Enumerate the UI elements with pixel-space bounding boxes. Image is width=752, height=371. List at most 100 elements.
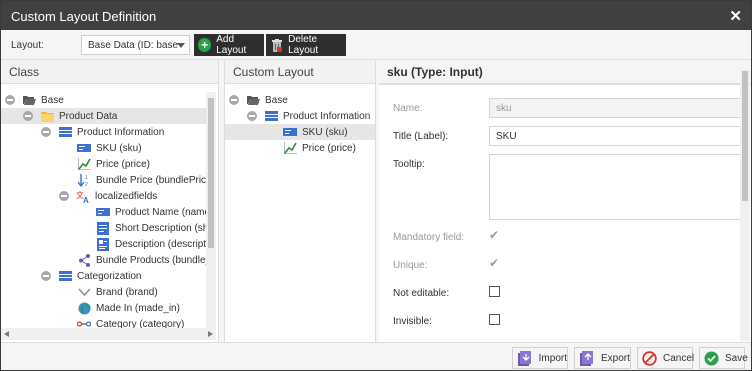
name-field[interactable]: sku xyxy=(489,98,743,118)
invisible-checkbox[interactable] xyxy=(489,314,500,325)
unique-label: Unique: xyxy=(393,260,428,271)
class-tree: Base Product Data Product Information SK… xyxy=(1,92,206,328)
title-bar: Custom Layout Definition ✕ xyxy=(1,1,751,30)
layout-node-price[interactable]: Price (price) xyxy=(283,140,356,156)
cancel-label: Cancel xyxy=(663,352,695,364)
scrollbar-thumb[interactable] xyxy=(208,98,214,248)
custom-layout-pane-title: Custom Layout xyxy=(233,65,314,79)
tree-node-product-data[interactable]: Product Data xyxy=(1,108,206,124)
tree-node-label: SKU (sku) xyxy=(96,142,142,154)
tooltip-label: Tooltip: xyxy=(393,159,425,170)
layout-select[interactable]: Base Data (ID: base xyxy=(81,35,190,55)
panel-icon xyxy=(58,126,72,138)
not-editable-checkbox[interactable] xyxy=(489,286,500,297)
panel-icon xyxy=(58,270,72,282)
tree-node-localizedfields[interactable]: 文A localizedfields xyxy=(59,188,157,204)
sort-numeric-icon: 12 xyxy=(77,173,91,187)
properties-scrollbar[interactable] xyxy=(740,69,750,341)
class-tree-hscrollbar[interactable] xyxy=(1,328,216,340)
tree-node-base[interactable]: Base xyxy=(5,92,64,108)
input-icon xyxy=(283,126,297,138)
tree-node-product-name[interactable]: Product Name (name) xyxy=(96,204,206,220)
tree-node-label: SKU (sku) xyxy=(302,126,348,138)
import-label: Import xyxy=(538,352,567,364)
tree-node-price[interactable]: Price (price) xyxy=(77,156,150,172)
tree-node-bundle-products[interactable]: Bundle Products (bundle_pr xyxy=(77,252,206,268)
trash-icon xyxy=(270,38,283,52)
numeric-icon xyxy=(283,142,297,154)
collapse-icon[interactable] xyxy=(5,95,15,105)
tree-node-product-information[interactable]: Product Information xyxy=(41,124,164,140)
unique-checkbox[interactable]: ✔ xyxy=(489,257,500,269)
mandatory-label: Mandatory field: xyxy=(393,232,465,243)
tree-node-label: Category (category) xyxy=(96,318,185,329)
collapse-icon[interactable] xyxy=(247,111,257,121)
collapse-icon[interactable] xyxy=(41,271,51,281)
layout-node-product-information[interactable]: Product Information xyxy=(247,108,370,124)
mandatory-checkbox[interactable]: ✔ xyxy=(489,229,500,241)
export-label: Export xyxy=(601,352,630,364)
tree-node-label: Product Data xyxy=(59,110,118,122)
scrollbar-thumb[interactable] xyxy=(742,71,748,201)
collapse-icon[interactable] xyxy=(59,191,69,201)
tooltip-textarea[interactable] xyxy=(489,154,743,220)
invisible-label: Invisible: xyxy=(393,316,432,327)
properties-header: sku (Type: Input) xyxy=(379,60,751,84)
translate-icon: 文A xyxy=(76,190,90,203)
tree-node-description[interactable]: Description (description xyxy=(96,236,206,252)
name-label: Name: xyxy=(393,103,423,114)
export-icon xyxy=(579,350,595,366)
svg-text:1: 1 xyxy=(85,175,88,181)
add-layout-button[interactable]: + Add Layout xyxy=(194,34,264,56)
layout-node-sku[interactable]: SKU (sku) xyxy=(225,124,375,140)
title-label: Title (Label): xyxy=(393,131,449,142)
tree-node-label: Product Name (name) xyxy=(115,206,206,218)
tree-node-category[interactable]: Category (category) xyxy=(77,316,184,328)
collapse-icon[interactable] xyxy=(23,111,33,121)
folder-open-icon xyxy=(246,94,260,106)
chevron-down-icon[interactable] xyxy=(177,43,185,48)
tree-node-label: Short Description (shor xyxy=(115,222,206,234)
svg-text:A: A xyxy=(83,196,89,203)
folder-yellow-icon xyxy=(40,110,54,122)
tree-node-label: Price (price) xyxy=(302,142,356,154)
title-field[interactable]: SKU xyxy=(489,126,743,146)
tree-node-short-description[interactable]: Short Description (shor xyxy=(96,220,206,236)
delete-layout-button[interactable]: Delete Layout xyxy=(266,34,346,56)
save-button[interactable]: Save xyxy=(699,347,748,369)
panel-icon xyxy=(264,110,278,122)
tree-node-label: Price (price) xyxy=(96,158,150,170)
svg-text:2: 2 xyxy=(85,182,88,187)
textarea-icon xyxy=(96,221,110,235)
collapse-icon[interactable] xyxy=(41,127,51,137)
class-pane-header: Class xyxy=(1,60,218,84)
numeric-icon xyxy=(77,158,91,170)
tree-node-bundle-price[interactable]: 12 Bundle Price (bundlePrice) xyxy=(77,172,206,188)
tree-node-label: Description (description xyxy=(115,238,206,250)
class-tree-scrollbar[interactable] xyxy=(206,92,216,328)
close-icon[interactable]: ✕ xyxy=(729,7,742,25)
save-label: Save xyxy=(725,352,748,364)
export-button[interactable]: Export xyxy=(574,347,631,369)
tree-node-made-in[interactable]: Made In (made_in) xyxy=(77,300,180,316)
custom-layout-pane: Custom Layout Base Product Information S… xyxy=(224,60,376,342)
input-icon xyxy=(96,206,110,218)
layout-node-base[interactable]: Base xyxy=(229,92,288,108)
class-pane: Class Base Product Data Product Informat… xyxy=(1,60,219,342)
tree-node-label: localizedfields xyxy=(95,190,158,202)
window-title: Custom Layout Definition xyxy=(11,9,157,24)
cancel-button[interactable]: Cancel xyxy=(637,347,695,369)
tree-node-categorization[interactable]: Categorization xyxy=(41,268,141,284)
collapse-icon[interactable] xyxy=(229,95,239,105)
tree-node-label: Brand (brand) xyxy=(96,286,158,298)
tree-node-sku[interactable]: SKU (sku) xyxy=(77,140,142,156)
import-button[interactable]: Import xyxy=(512,347,568,369)
import-icon xyxy=(517,350,533,366)
tree-node-brand[interactable]: Brand (brand) xyxy=(77,284,158,300)
delete-layout-label: Delete Layout xyxy=(288,34,319,56)
properties-title: sku (Type: Input) xyxy=(387,65,483,79)
layout-toolbar: Layout: Base Data (ID: base + Add Layout… xyxy=(1,30,751,60)
layout-label: Layout: xyxy=(11,40,44,51)
tree-node-label: Product Information xyxy=(283,110,371,122)
tree-node-label: Base xyxy=(265,94,288,106)
